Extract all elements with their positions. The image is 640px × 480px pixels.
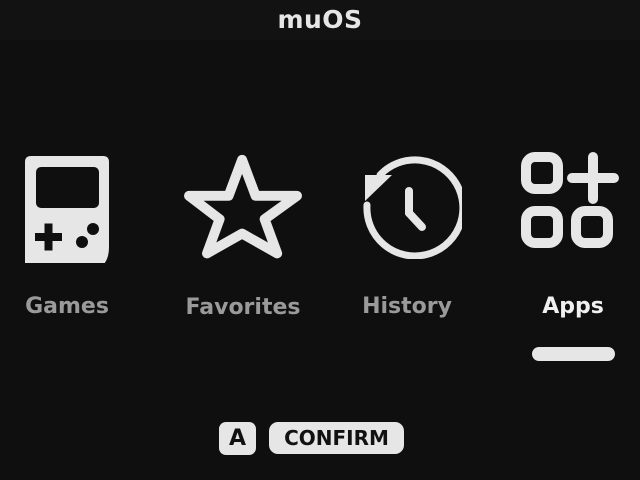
menu-label-games: Games bbox=[25, 294, 109, 319]
menu-label-apps: Apps bbox=[542, 294, 604, 319]
history-icon bbox=[363, 156, 462, 259]
gameboy-icon bbox=[25, 156, 109, 263]
a-button-glyph[interactable]: A bbox=[219, 422, 256, 455]
confirm-button[interactable]: CONFIRM bbox=[269, 422, 404, 454]
menu-item-games[interactable]: Games bbox=[0, 145, 142, 335]
apps-grid-icon bbox=[521, 152, 619, 248]
app-title: muOS bbox=[277, 5, 363, 34]
menu-item-favorites[interactable]: Favorites bbox=[168, 145, 318, 335]
footer-bar: A CONFIRM bbox=[0, 421, 640, 455]
header-bar: muOS bbox=[0, 0, 640, 40]
selection-indicator bbox=[532, 347, 615, 361]
star-icon bbox=[184, 154, 302, 259]
menu-label-history: History bbox=[362, 294, 452, 319]
menu-label-favorites: Favorites bbox=[185, 295, 301, 320]
menu-item-apps[interactable]: Apps bbox=[498, 145, 640, 335]
menu-item-history[interactable]: History bbox=[332, 145, 482, 335]
